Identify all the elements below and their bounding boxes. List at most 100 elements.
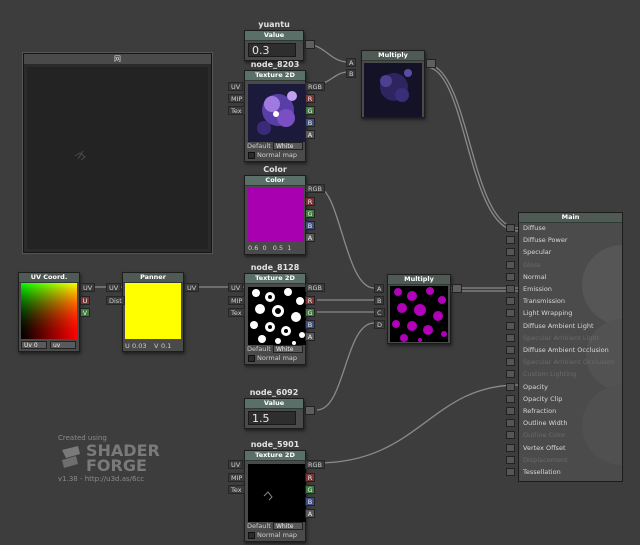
u-speed-field[interactable]: 0.03 (132, 342, 146, 350)
node-uv-coord[interactable]: UV Coord. Uv 0 uv (18, 272, 80, 352)
main-input-port[interactable] (506, 407, 515, 415)
input-mip[interactable]: MIP (228, 296, 246, 305)
input-a[interactable]: A (374, 284, 385, 293)
normal-map-checkbox[interactable] (248, 355, 255, 362)
main-input-port[interactable] (506, 382, 515, 391)
output-a[interactable]: A (305, 130, 315, 139)
output-rgb[interactable]: RGB (305, 184, 326, 193)
output-port[interactable] (452, 284, 462, 293)
value-field[interactable]: 0.3 (248, 43, 296, 57)
input-tex[interactable]: Tex (228, 485, 245, 494)
output-b[interactable]: B (305, 497, 315, 506)
main-input-port[interactable] (506, 333, 515, 342)
main-input-label: Tessellation (523, 468, 561, 476)
node-8203[interactable]: node_8203 Texture 2D Default White Norma… (244, 60, 306, 162)
main-input-port[interactable] (506, 394, 515, 403)
input-mip[interactable]: MIP (228, 94, 246, 103)
output-port[interactable] (426, 59, 436, 68)
main-input-port[interactable] (506, 224, 515, 232)
main-input-port[interactable] (506, 285, 515, 293)
v-speed-field[interactable]: 0.1 (161, 342, 171, 350)
output-uv[interactable]: UV (80, 283, 96, 292)
normal-map-checkbox[interactable] (248, 532, 255, 539)
main-input-port[interactable] (506, 468, 515, 476)
main-input-port[interactable] (506, 455, 515, 464)
output-port[interactable] (305, 406, 315, 415)
output-port[interactable] (305, 40, 315, 49)
color-values[interactable]: 0.6 0 0.5 1 (248, 244, 291, 252)
output-v[interactable]: V (80, 308, 90, 317)
output-r[interactable]: R (305, 94, 315, 103)
uv-mode-dropdown[interactable]: uv (50, 341, 76, 349)
input-c[interactable]: C (374, 308, 385, 317)
main-input-port[interactable] (506, 236, 515, 245)
output-a[interactable]: A (305, 509, 315, 518)
preview-render (74, 150, 86, 161)
default-dropdown[interactable]: White (273, 522, 303, 530)
main-input-port[interactable] (506, 309, 515, 318)
input-tex[interactable]: Tex (228, 106, 245, 115)
node-6092[interactable]: node_6092 Value 1.5 (244, 388, 304, 429)
output-r[interactable]: R (305, 296, 315, 305)
main-input-port[interactable] (506, 346, 515, 354)
output-u[interactable]: U (80, 296, 90, 305)
input-a[interactable]: A (346, 58, 357, 67)
node-multiply-top[interactable]: Multiply (361, 50, 425, 118)
output-r[interactable]: R (305, 197, 315, 206)
output-rgb[interactable]: RGB (305, 460, 326, 469)
output-r[interactable]: R (305, 473, 315, 482)
input-uv[interactable]: UV (106, 283, 122, 292)
output-g[interactable]: G (305, 209, 315, 218)
main-input-label: Gloss (523, 260, 541, 269)
color-swatch[interactable] (248, 188, 304, 242)
output-a[interactable]: A (305, 233, 315, 242)
uv-channel-dropdown[interactable]: Uv 0 (21, 341, 47, 349)
input-b[interactable]: B (346, 69, 357, 78)
default-dropdown[interactable]: White (273, 142, 303, 150)
node-panner[interactable]: Panner U 0.03 V 0.1 (122, 272, 184, 352)
input-uv[interactable]: UV (228, 460, 244, 469)
output-b[interactable]: B (305, 221, 315, 230)
node-yuantu[interactable]: yuantu Value 0.3 (244, 20, 304, 61)
main-input-port[interactable] (506, 419, 515, 428)
main-input-port[interactable] (506, 272, 515, 281)
output-rgb[interactable]: RGB (305, 283, 326, 292)
input-d[interactable]: D (374, 320, 386, 329)
output-g[interactable]: G (305, 308, 315, 317)
input-uv[interactable]: UV (228, 82, 244, 91)
main-input-port[interactable] (506, 321, 515, 330)
input-mip[interactable]: MIP (228, 473, 246, 482)
main-input-port[interactable] (506, 443, 515, 452)
preview-viewport[interactable] (27, 67, 208, 249)
main-input-port[interactable] (506, 370, 515, 379)
node-color[interactable]: Color Color 0.6 0 0.5 1 (244, 165, 306, 255)
input-uv[interactable]: UV (228, 283, 244, 292)
normal-map-checkbox[interactable] (248, 152, 255, 159)
input-tex[interactable]: Tex (228, 308, 245, 317)
main-input-port[interactable] (506, 431, 515, 440)
main-input-port[interactable] (506, 260, 515, 269)
node-multiply-mid[interactable]: Multiply (387, 274, 451, 344)
panner-preview (125, 283, 181, 339)
node-8128[interactable]: node_8128 Texture 2D Default White Norma… (244, 263, 306, 365)
multiply-preview (364, 63, 422, 117)
output-b[interactable]: B (305, 320, 315, 329)
version-link[interactable]: v1.38 - http://u3d.as/6cc (58, 475, 144, 483)
main-node[interactable]: Main Diffuse Diffuse Power Specular Gloss No… (506, 212, 623, 482)
output-uv[interactable]: UV (184, 283, 200, 292)
output-a[interactable]: A (305, 332, 315, 341)
main-input-port[interactable] (506, 358, 515, 367)
main-input-label: Diffuse (523, 224, 546, 232)
input-dist[interactable]: Dist (106, 296, 125, 305)
node-5901[interactable]: node_5901 Texture 2D Default White Norma… (244, 440, 306, 542)
output-g[interactable]: G (305, 485, 315, 494)
output-b[interactable]: B (305, 118, 315, 127)
input-b[interactable]: B (374, 296, 385, 305)
main-input-port[interactable] (506, 297, 515, 306)
output-g[interactable]: G (305, 106, 315, 115)
default-dropdown[interactable]: White (273, 345, 303, 353)
value-field[interactable]: 1.5 (248, 411, 296, 425)
output-rgb[interactable]: RGB (305, 82, 326, 91)
texture-thumbnail (248, 464, 306, 522)
main-input-port[interactable] (506, 248, 515, 257)
